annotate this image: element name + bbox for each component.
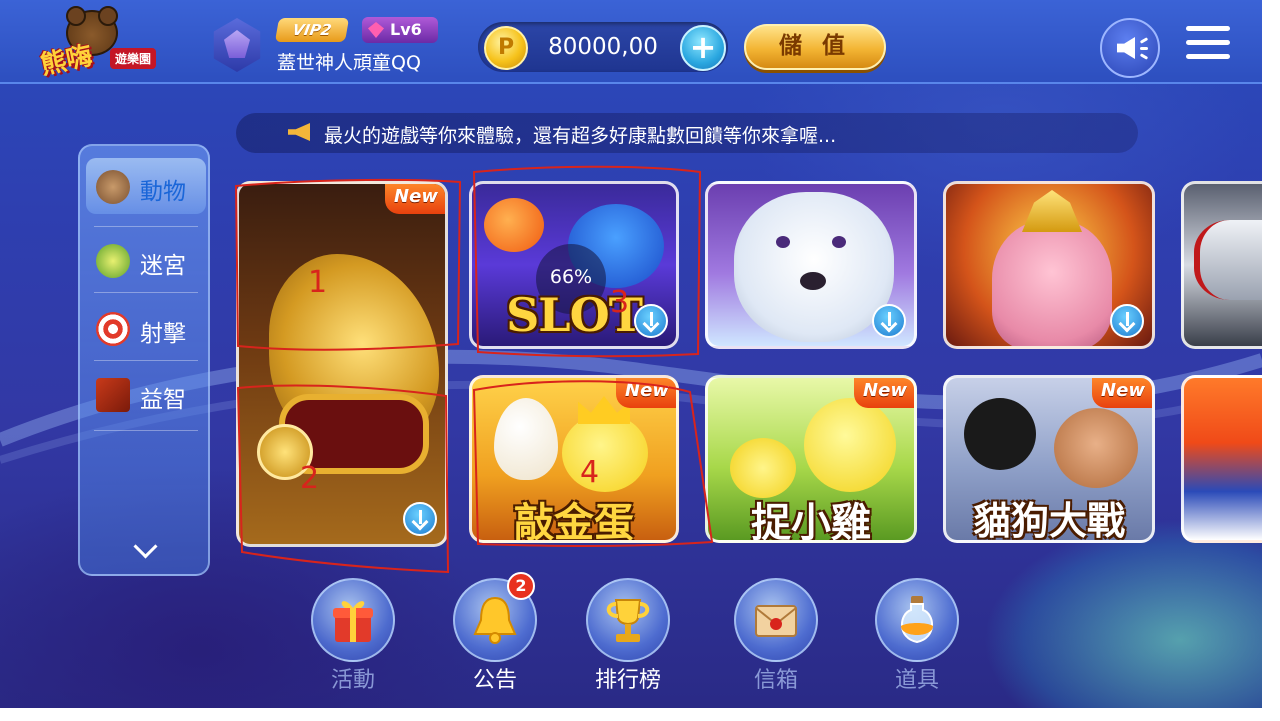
coin-art: [257, 424, 313, 480]
mail-icon: [755, 605, 797, 637]
player-nickname: 蓋世神人頑童QQ: [277, 52, 421, 74]
chevron-down-icon[interactable]: [132, 536, 158, 562]
divider: [94, 226, 198, 227]
marquee-text: 最火的遊戲等你來體驗，還有超多好康點數回饋等你來拿喔...: [324, 125, 837, 147]
top-bar: 熊嗨 遊樂園 VIP2 Lv6 蓋世神人頑童QQ P 80000,00 + 儲 …: [0, 0, 1262, 84]
level-label: Lv6: [390, 20, 422, 39]
game-card-polar-bear[interactable]: [705, 181, 917, 349]
nav-label: 活動: [330, 668, 375, 693]
nav-items-button[interactable]: 道具: [869, 578, 965, 694]
megaphone-icon: [284, 121, 312, 145]
nav-events-button[interactable]: 活動: [305, 578, 401, 694]
level-badge: Lv6: [362, 17, 438, 43]
nav-label: 信箱: [753, 668, 798, 693]
bear-nose: [800, 272, 826, 290]
divider: [94, 360, 198, 361]
avatar-crest-icon: [224, 30, 250, 58]
new-badge: New: [1092, 378, 1152, 408]
coin-icon: P: [484, 26, 528, 70]
sidebar-item-maze[interactable]: 迷宮: [86, 232, 206, 288]
new-badge: New: [385, 184, 445, 214]
sound-wave: [1139, 37, 1149, 44]
maze-icon: [96, 244, 130, 278]
download-icon[interactable]: [1110, 304, 1144, 338]
game-title: 貓狗大戰: [972, 498, 1125, 543]
new-badge: New: [616, 378, 676, 408]
player-avatar[interactable]: [213, 18, 261, 72]
divider: [94, 430, 198, 431]
game-lobby-screen: 熊嗨 遊樂園 VIP2 Lv6 蓋世神人頑童QQ P 80000,00 + 儲 …: [0, 0, 1262, 708]
game-card-cat-dog-war[interactable]: 貓狗大戰 New: [943, 375, 1155, 543]
menu-line: [1186, 40, 1230, 45]
menu-line: [1186, 54, 1230, 59]
ganesha-art: [992, 220, 1112, 346]
nav-mailbox-button[interactable]: 信箱: [728, 578, 824, 694]
sound-wave: [1139, 53, 1149, 60]
sound-wave: [1140, 47, 1148, 50]
nav-announcements-button[interactable]: 2 公告: [447, 572, 543, 694]
game-card-slot[interactable]: 66% SLOT: [469, 181, 679, 349]
gem-icon: [368, 22, 384, 38]
nav-label: 公告: [472, 668, 517, 693]
menu-line: [1186, 26, 1230, 31]
sidebar-item-shooting[interactable]: 射擊: [86, 300, 206, 356]
trophy-icon: [606, 599, 650, 642]
announcement-marquee[interactable]: 最火的遊戲等你來體驗，還有超多好康點數回饋等你來拿喔...: [236, 113, 1138, 153]
egg-art: [494, 398, 558, 480]
game-title: 敲金蛋: [514, 499, 634, 543]
chick-art: [562, 414, 648, 492]
polar-bear-art: [734, 192, 894, 342]
bell-icon: [473, 596, 517, 644]
nav-label: 道具: [894, 668, 939, 693]
sidebar-item-label: 迷宮: [140, 253, 186, 279]
speaker-icon: [1117, 37, 1135, 59]
add-coins-button[interactable]: +: [680, 25, 726, 71]
nav-label: 排行榜: [594, 668, 661, 693]
download-icon[interactable]: [403, 502, 437, 536]
game-card-dinosaur[interactable]: New: [236, 181, 448, 547]
potion-icon: [901, 596, 933, 644]
game-card-golden-egg[interactable]: 敲金蛋 New: [469, 375, 679, 543]
chick-art: [730, 438, 796, 498]
new-badge: New: [854, 378, 914, 408]
animal-icon: [96, 170, 130, 204]
megaphone-shape: [288, 123, 310, 141]
nav-leaderboard-button[interactable]: 排行榜: [580, 578, 676, 694]
sound-toggle-button[interactable]: [1100, 18, 1160, 78]
balance-amount: 80000,00: [548, 34, 658, 60]
game-card-catch-chick[interactable]: 捉小雞 New: [705, 375, 917, 543]
sidebar-item-label: 射擊: [140, 321, 186, 347]
download-progress-text: 66%: [549, 266, 593, 288]
chick-art: [804, 398, 896, 492]
category-sidebar: 動物 迷宮 射擊 益智: [78, 144, 210, 576]
cat-art: [964, 398, 1036, 470]
game-title: 捉小雞: [751, 499, 871, 543]
game-card-candy[interactable]: [1181, 375, 1262, 543]
logo-subtext: 遊樂園: [110, 48, 157, 69]
deposit-button[interactable]: 儲 值: [744, 24, 886, 70]
bear-eye: [776, 236, 790, 248]
crown-art: [1022, 190, 1082, 232]
game-card-train[interactable]: [1181, 181, 1262, 349]
logo-text: 熊嗨: [37, 40, 96, 82]
game-card-ganesha[interactable]: [943, 181, 1155, 349]
clownfish-art: [484, 198, 544, 252]
sidebar-item-puzzle[interactable]: 益智: [86, 366, 206, 422]
target-icon: [96, 312, 130, 346]
download-icon[interactable]: [872, 304, 906, 338]
sidebar-item-label: 益智: [140, 387, 186, 413]
download-icon[interactable]: [634, 304, 668, 338]
app-logo: 熊嗨 遊樂園: [37, 6, 170, 82]
book-icon: [96, 378, 130, 412]
bear-eye: [832, 236, 846, 248]
dog-art: [1054, 408, 1138, 488]
notification-badge: 2: [507, 572, 535, 600]
vip-badge: VIP2: [274, 18, 350, 42]
sidebar-item-label: 動物: [140, 179, 186, 205]
sidebar-item-animals[interactable]: 動物: [86, 158, 206, 214]
divider: [94, 292, 198, 293]
gift-icon: [333, 601, 373, 642]
train-art: [1194, 220, 1262, 300]
hamburger-menu-button[interactable]: [1186, 26, 1230, 66]
